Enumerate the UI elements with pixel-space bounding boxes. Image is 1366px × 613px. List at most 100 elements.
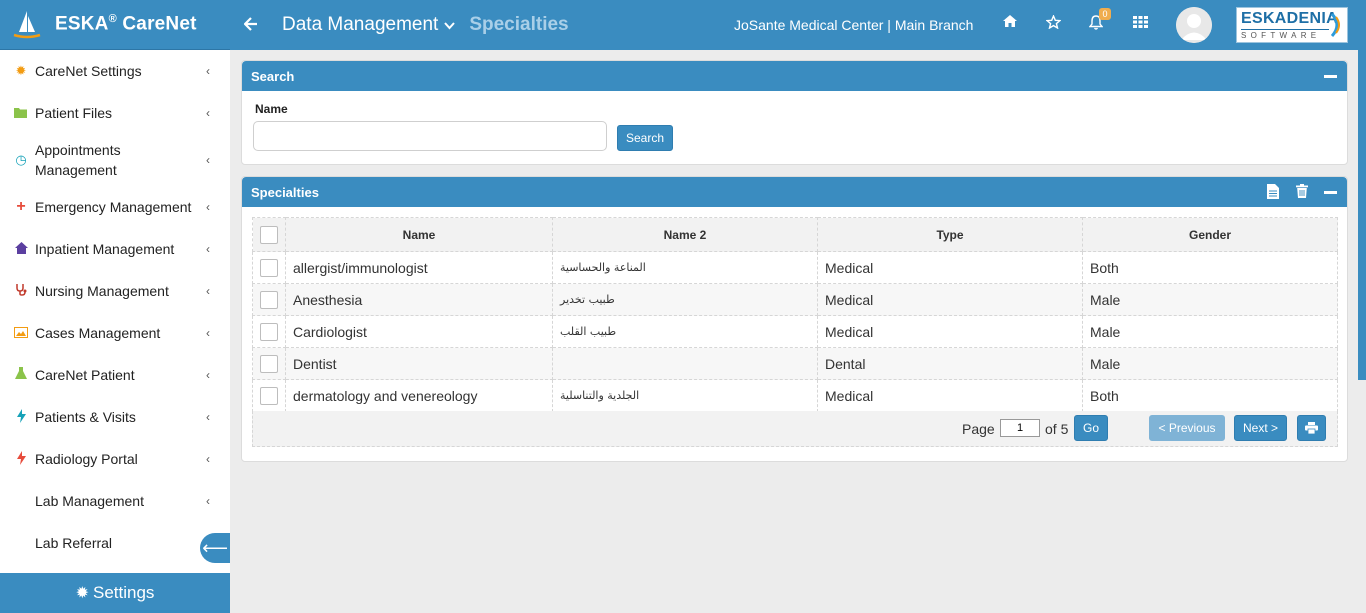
table-row[interactable]: Cardiologist طبيب القلب Medical Male <box>252 315 1338 348</box>
sidebar-item-label: Inpatient Management <box>35 241 175 257</box>
sidebar-item-appointments[interactable]: ◷ Appointments Management ‹ <box>0 134 230 186</box>
printer-icon <box>1305 422 1318 434</box>
scrollbar-thumb[interactable] <box>1358 50 1366 380</box>
cell-gender: Male <box>1082 315 1338 348</box>
cell-type: Medical <box>817 251 1083 284</box>
sidebar-item-label: Radiology Portal <box>35 451 138 467</box>
cell-name: Dentist <box>285 347 553 380</box>
cell-name: allergist/immunologist <box>285 251 553 284</box>
page-label: Page <box>962 421 995 437</box>
page-title: Specialties <box>469 14 569 35</box>
sidebar-item-label: CareNet Patient <box>35 367 135 383</box>
sidebar-item-nursing[interactable]: Nursing Management ‹ <box>0 270 230 312</box>
table-row[interactable]: dermatology and venereology الجلدية والت… <box>252 379 1338 412</box>
arrow-left-icon: ⟵ <box>202 537 228 558</box>
specialties-panel-header: Specialties <box>242 177 1347 207</box>
settings-button[interactable]: ✹ Settings <box>0 573 230 613</box>
chevron-left-icon: ‹ <box>206 326 210 340</box>
top-bar: Data Management Specialties JoSante Medi… <box>230 0 1366 50</box>
chevron-left-icon: ‹ <box>206 200 210 214</box>
column-header-type[interactable]: Type <box>817 217 1083 252</box>
star-icon[interactable] <box>1044 14 1062 33</box>
back-arrow-icon[interactable] <box>243 15 260 36</box>
sidebar-item-carenet-settings[interactable]: ✹ CareNet Settings ‹ <box>0 50 230 92</box>
sidebar-item-emergency[interactable]: + Emergency Management ‹ <box>0 186 230 228</box>
go-button[interactable]: Go <box>1074 415 1108 441</box>
bolt-icon <box>14 408 28 426</box>
previous-page-button[interactable]: < Previous <box>1149 415 1225 441</box>
collapse-sidebar-button[interactable]: ⟵ <box>200 533 230 563</box>
search-panel-title: Search <box>251 68 295 84</box>
home-icon <box>14 241 28 257</box>
row-checkbox[interactable] <box>260 290 278 309</box>
row-checkbox[interactable] <box>260 386 278 405</box>
sidebar-item-lab-management[interactable]: Lab Management ‹ <box>0 480 230 522</box>
page-total-label: of 5 <box>1045 421 1069 437</box>
column-header-name2[interactable]: Name 2 <box>552 217 818 252</box>
sidebar-item-radiology[interactable]: Radiology Portal ‹ <box>0 438 230 480</box>
chevron-left-icon: ‹ <box>206 106 210 120</box>
chevron-down-icon[interactable] <box>444 18 456 33</box>
sidebar-item-patient-files[interactable]: Patient Files ‹ <box>0 92 230 134</box>
gear-icon: ✹ <box>15 63 27 78</box>
cell-name: Cardiologist <box>285 315 553 348</box>
chevron-left-icon: ‹ <box>206 64 210 78</box>
brand-header[interactable]: ESKA® CareNet <box>0 0 230 50</box>
select-all-checkbox[interactable] <box>260 225 278 244</box>
collapse-icon[interactable] <box>1324 191 1337 194</box>
sidebar-item-label: Lab Referral <box>35 535 113 551</box>
row-checkbox[interactable] <box>260 322 278 341</box>
bolt-icon <box>14 450 28 468</box>
sidebar-item-cases[interactable]: Cases Management ‹ <box>0 312 230 354</box>
document-icon[interactable] <box>1266 184 1280 202</box>
cell-name: Anesthesia <box>285 283 553 316</box>
settings-label: Settings <box>92 583 155 602</box>
folder-icon <box>14 106 28 121</box>
table-row[interactable]: allergist/immunologist المناعة والحساسية… <box>252 251 1338 284</box>
sidebar-item-label: Emergency Management <box>35 199 192 215</box>
search-button[interactable]: Search <box>617 125 673 151</box>
home-icon[interactable] <box>1001 15 1019 32</box>
page-number-input[interactable] <box>1000 419 1040 437</box>
cell-type: Dental <box>817 347 1083 380</box>
search-panel: Search Name Search <box>241 60 1348 165</box>
chevron-left-icon: ‹ <box>206 452 210 466</box>
sidebar-item-lab-referral[interactable]: Lab Referral <box>0 522 230 564</box>
row-checkbox[interactable] <box>260 258 278 277</box>
cell-name2: طبيب القلب <box>552 315 818 348</box>
notification-count-badge: 0 <box>1099 8 1111 20</box>
table-row[interactable]: Anesthesia طبيب تخدير Medical Male <box>252 283 1338 316</box>
avatar[interactable] <box>1176 7 1212 43</box>
grid-apps-icon[interactable] <box>1131 15 1149 32</box>
chevron-left-icon: ‹ <box>206 284 210 298</box>
print-button[interactable] <box>1297 415 1326 441</box>
cell-type: Medical <box>817 315 1083 348</box>
pagination-bar: Page of 5 Go < Previous Next > <box>252 411 1338 447</box>
facility-selector[interactable]: JoSante Medical Center | Main Branch <box>734 17 973 33</box>
company-logo[interactable]: ESKADENIA SOFTWARE <box>1236 7 1348 43</box>
chevron-left-icon: ‹ <box>206 410 210 424</box>
sidebar: ESKA® CareNet ✹ CareNet Settings ‹ Patie… <box>0 0 230 613</box>
next-page-button[interactable]: Next > <box>1234 415 1287 441</box>
sidebar-item-patients-visits[interactable]: Patients & Visits ‹ <box>0 396 230 438</box>
cell-type: Medical <box>817 283 1083 316</box>
cell-type: Medical <box>817 379 1083 412</box>
sidebar-item-carenet-patient[interactable]: CareNet Patient ‹ <box>0 354 230 396</box>
sailboat-logo-icon <box>8 6 46 44</box>
breadcrumb-section[interactable]: Data Management <box>282 14 438 36</box>
chevron-left-icon: ‹ <box>206 153 210 167</box>
row-checkbox[interactable] <box>260 354 278 373</box>
clock-icon: ◷ <box>15 152 27 167</box>
chevron-left-icon: ‹ <box>206 494 210 508</box>
sidebar-item-inpatient[interactable]: Inpatient Management ‹ <box>0 228 230 270</box>
image-icon <box>14 326 28 341</box>
app-name: ESKA® CareNet <box>55 13 197 35</box>
trash-icon[interactable] <box>1295 184 1309 201</box>
column-header-name[interactable]: Name <box>285 217 553 252</box>
column-header-gender[interactable]: Gender <box>1082 217 1338 252</box>
name-search-input[interactable] <box>253 121 607 151</box>
specialties-table: Name Name 2 Type Gender allergist/immuno… <box>252 217 1338 412</box>
collapse-icon[interactable] <box>1324 75 1337 78</box>
cell-gender: Both <box>1082 251 1338 284</box>
table-row[interactable]: Dentist Dental Male <box>252 347 1338 380</box>
